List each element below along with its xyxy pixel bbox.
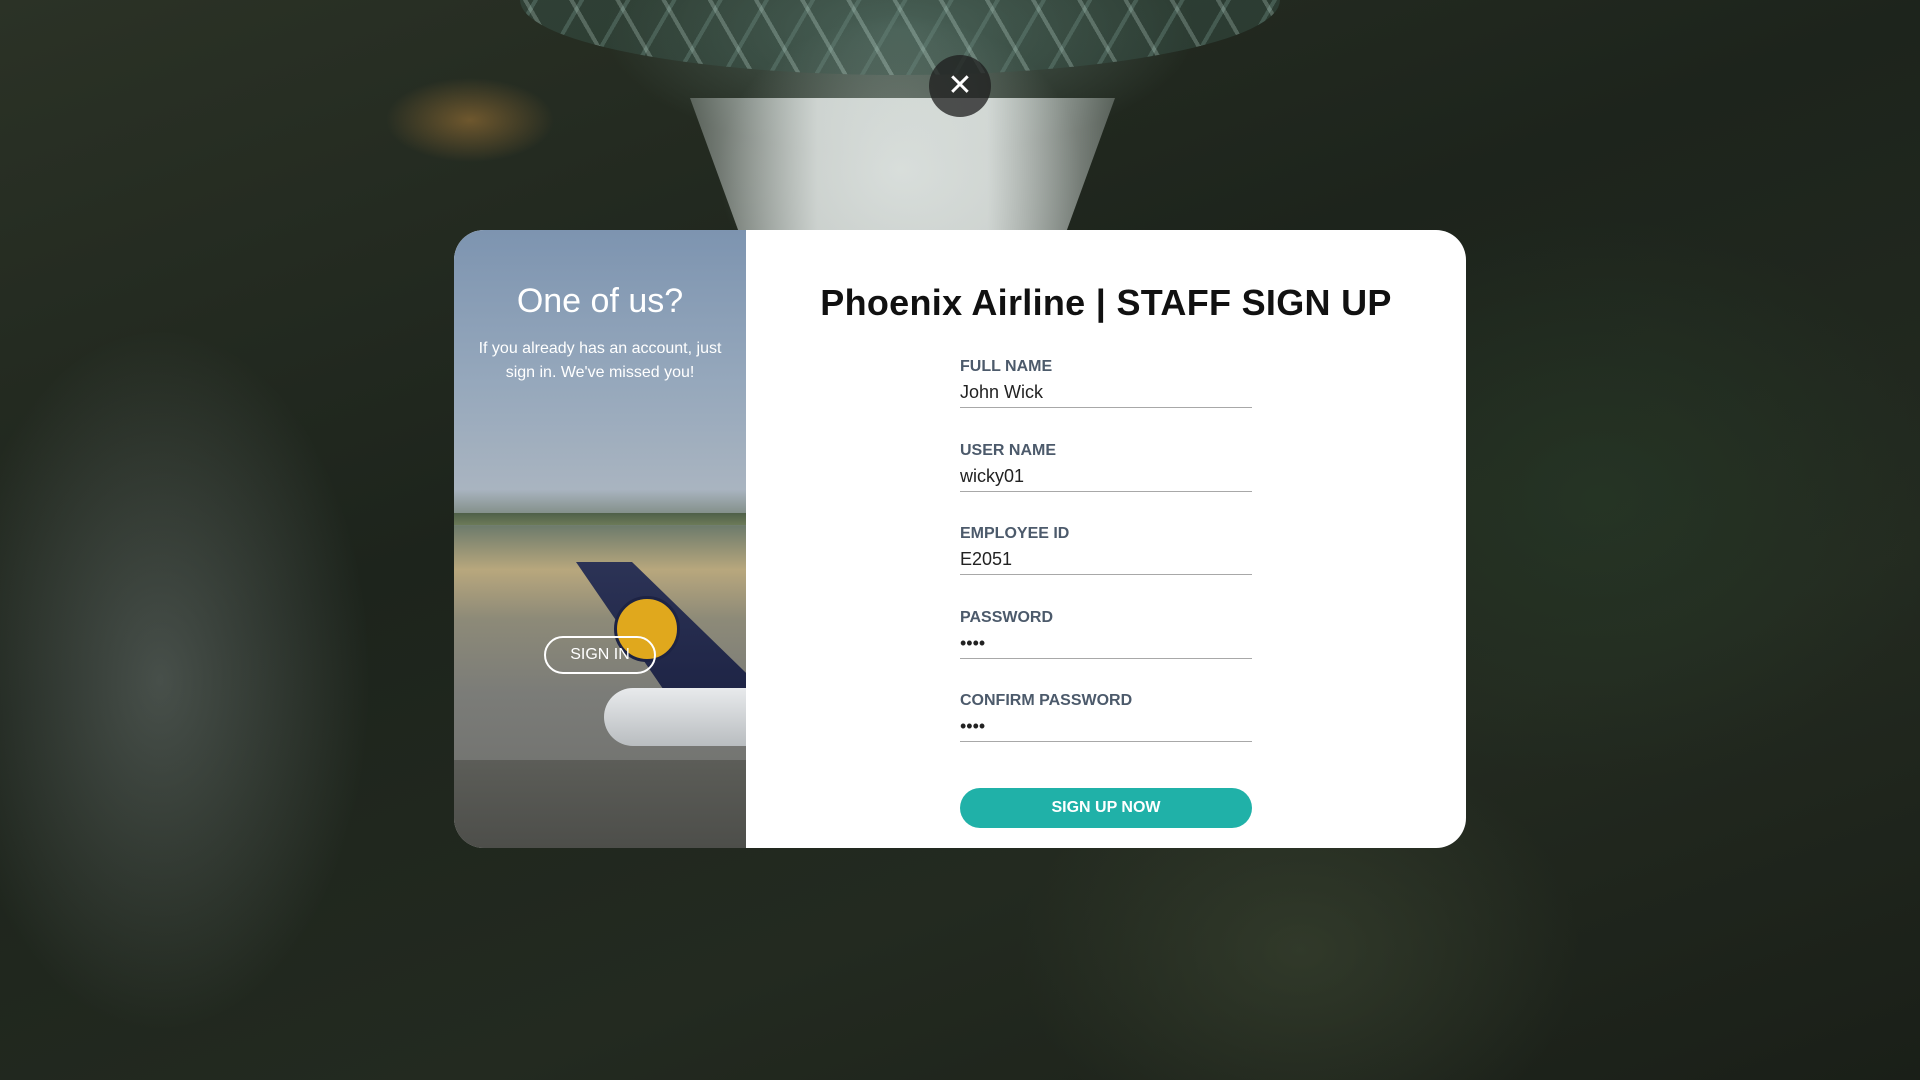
full-name-input[interactable] bbox=[960, 378, 1252, 408]
side-panel-text: If you already has an account, just sign… bbox=[478, 340, 722, 381]
employee-id-input[interactable] bbox=[960, 545, 1252, 575]
full-name-field: FULL NAME bbox=[960, 356, 1252, 408]
signup-modal: One of us? If you already has an account… bbox=[454, 230, 1466, 848]
waterfall bbox=[690, 98, 1115, 238]
confirm-password-input[interactable] bbox=[960, 712, 1252, 742]
tarmac bbox=[454, 760, 746, 848]
glass-roof bbox=[520, 0, 1280, 75]
signup-form: Phoenix Airline | STAFF SIGN UP FULL NAM… bbox=[746, 230, 1466, 848]
confirm-password-field: CONFIRM PASSWORD bbox=[960, 690, 1252, 742]
close-button[interactable]: ✕ bbox=[929, 55, 991, 117]
user-name-label: USER NAME bbox=[960, 442, 1057, 459]
user-name-input[interactable] bbox=[960, 462, 1252, 492]
password-field: PASSWORD bbox=[960, 607, 1252, 659]
sign-up-button[interactable]: SIGN UP NOW bbox=[960, 788, 1252, 828]
form-title: Phoenix Airline | STAFF SIGN UP bbox=[820, 282, 1392, 323]
sign-in-button[interactable]: SIGN IN bbox=[544, 636, 656, 674]
confirm-password-label: CONFIRM PASSWORD bbox=[960, 692, 1133, 709]
full-name-label: FULL NAME bbox=[960, 358, 1053, 375]
password-input[interactable] bbox=[960, 629, 1252, 659]
employee-id-label: EMPLOYEE ID bbox=[960, 525, 1070, 542]
password-label: PASSWORD bbox=[960, 609, 1054, 626]
employee-id-field: EMPLOYEE ID bbox=[960, 523, 1252, 575]
close-icon: ✕ bbox=[947, 69, 973, 102]
airplane-fuselage bbox=[604, 688, 746, 746]
side-panel-title: One of us? bbox=[516, 282, 684, 320]
user-name-field: USER NAME bbox=[960, 440, 1252, 492]
panel-horizon bbox=[454, 513, 746, 525]
signin-side-panel: One of us? If you already has an account… bbox=[454, 230, 746, 848]
